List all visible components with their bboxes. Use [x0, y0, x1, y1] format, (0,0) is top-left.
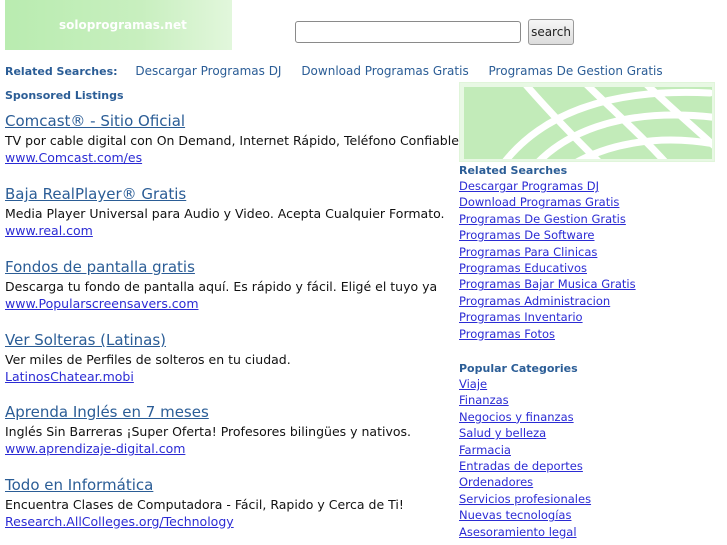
listing-title-link[interactable]: Todo en Informática	[5, 476, 404, 494]
list-item: Salud y belleza	[459, 425, 591, 441]
listing-description: Inglés Sin Barreras ¡Super Oferta! Profe…	[5, 424, 411, 439]
sponsored-listing: Baja RealPlayer® Gratis Media Player Uni…	[5, 185, 445, 239]
list-item: Servicios profesionales	[459, 491, 591, 507]
list-item: Viaje	[459, 376, 591, 392]
sidebar-related-link[interactable]: Programas Administracion	[459, 294, 610, 308]
listing-title-link[interactable]: Ver Solteras (Latinas)	[5, 331, 291, 349]
search-input[interactable]	[295, 21, 521, 43]
list-item: Programas De Software	[459, 227, 636, 243]
related-link[interactable]: Programas De Gestion Gratis	[489, 64, 663, 78]
listing-url-link[interactable]: www.real.com	[5, 222, 445, 239]
category-link[interactable]: Servicios profesionales	[459, 492, 591, 506]
listing-url-link[interactable]: LatinosChatear.mobi	[5, 368, 291, 385]
sponsored-listing: Ver Solteras (Latinas) Ver miles de Perf…	[5, 331, 291, 385]
category-link[interactable]: Entradas de deportes	[459, 459, 583, 473]
listing-url-link[interactable]: www.aprendizaje-digital.com	[5, 440, 411, 457]
category-link[interactable]: Asesoramiento legal	[459, 525, 577, 539]
list-item: Negocios y finanzas	[459, 409, 591, 425]
category-link[interactable]: Nuevas tecnologías	[459, 508, 571, 522]
list-item: Programas Educativos	[459, 260, 636, 276]
site-logo[interactable]: soloprogramas.net	[5, 0, 232, 50]
list-item: Farmacia	[459, 442, 591, 458]
sidebar-related-link[interactable]: Programas Educativos	[459, 261, 587, 275]
sidebar-related-link[interactable]: Programas Para Clinicas	[459, 245, 597, 259]
listing-url-link[interactable]: www.Popularscreensavers.com	[5, 295, 437, 312]
related-link[interactable]: Descargar Programas DJ	[135, 64, 281, 78]
related-searches-bar: Related Searches: Descargar Programas DJ…	[5, 64, 679, 78]
listing-title-link[interactable]: Baja RealPlayer® Gratis	[5, 185, 445, 203]
listing-description: Media Player Universal para Audio y Vide…	[5, 206, 445, 221]
listing-description: TV por cable digital con On Demand, Inte…	[5, 133, 459, 148]
sidebar-related-link[interactable]: Programas Bajar Musica Gratis	[459, 277, 636, 291]
category-link[interactable]: Viaje	[459, 377, 487, 391]
sidebar-related-link[interactable]: Programas Inventario	[459, 310, 583, 324]
list-item: Programas Para Clinicas	[459, 244, 636, 260]
sponsored-listings-heading: Sponsored Listings	[5, 89, 124, 102]
list-item: Descargar Programas DJ	[459, 178, 636, 194]
category-link[interactable]: Finanzas	[459, 393, 509, 407]
category-link[interactable]: Negocios y finanzas	[459, 410, 574, 424]
related-link[interactable]: Download Programas Gratis	[301, 64, 468, 78]
sidebar-related-link[interactable]: Programas Fotos	[459, 327, 555, 341]
list-item: Download Programas Gratis	[459, 194, 636, 210]
sidebar-related-link[interactable]: Programas De Gestion Gratis	[459, 212, 626, 226]
related-searches-label: Related Searches:	[5, 65, 118, 78]
sidebar-related-link[interactable]: Download Programas Gratis	[459, 195, 619, 209]
list-item: Ordenadores	[459, 474, 591, 490]
globe-graphic	[460, 83, 714, 161]
list-item: Entradas de deportes	[459, 458, 591, 474]
category-link[interactable]: Salud y belleza	[459, 426, 546, 440]
sponsored-listing: Comcast® - Sitio Oficial TV por cable di…	[5, 112, 459, 166]
list-item: Programas De Gestion Gratis	[459, 211, 636, 227]
listing-title-link[interactable]: Aprenda Inglés en 7 meses	[5, 403, 411, 421]
search-button[interactable]: search	[528, 19, 574, 45]
list-item: Finanzas	[459, 392, 591, 408]
listing-url-link[interactable]: www.Comcast.com/es	[5, 149, 459, 166]
sidebar-related-link[interactable]: Descargar Programas DJ	[459, 179, 599, 193]
site-logo-text: soloprogramas.net	[59, 18, 187, 32]
sponsored-listing: Aprenda Inglés en 7 meses Inglés Sin Bar…	[5, 403, 411, 457]
sponsored-listing: Fondos de pantalla gratis Descarga tu fo…	[5, 258, 437, 312]
sidebar-related-list: Descargar Programas DJ Download Programa…	[459, 178, 636, 342]
category-link[interactable]: Ordenadores	[459, 475, 533, 489]
listing-title-link[interactable]: Comcast® - Sitio Oficial	[5, 112, 459, 130]
listing-url-link[interactable]: Research.AllColleges.org/Technology	[5, 513, 404, 530]
list-item: Nuevas tecnologías	[459, 507, 591, 523]
sidebar-categories-heading: Popular Categories	[459, 362, 578, 375]
list-item: Programas Fotos	[459, 326, 636, 342]
list-item: Programas Inventario	[459, 309, 636, 325]
listing-title-link[interactable]: Fondos de pantalla gratis	[5, 258, 437, 276]
list-item: Programas Bajar Musica Gratis	[459, 276, 636, 292]
sidebar-banner-image	[459, 82, 715, 162]
sidebar-related-link[interactable]: Programas De Software	[459, 228, 595, 242]
listing-description: Ver miles de Perfiles de solteros en tu …	[5, 352, 291, 367]
sponsored-listing: Todo en Informática Encuentra Clases de …	[5, 476, 404, 530]
list-item: Programas Administracion	[459, 293, 636, 309]
listing-description: Encuentra Clases de Computadora - Fácil,…	[5, 497, 404, 512]
sidebar-categories-list: Viaje Finanzas Negocios y finanzas Salud…	[459, 376, 591, 540]
sidebar-related-heading: Related Searches	[459, 164, 568, 177]
category-link[interactable]: Farmacia	[459, 443, 511, 457]
listing-description: Descarga tu fondo de pantalla aquí. Es r…	[5, 279, 438, 294]
list-item: Asesoramiento legal	[459, 524, 591, 540]
